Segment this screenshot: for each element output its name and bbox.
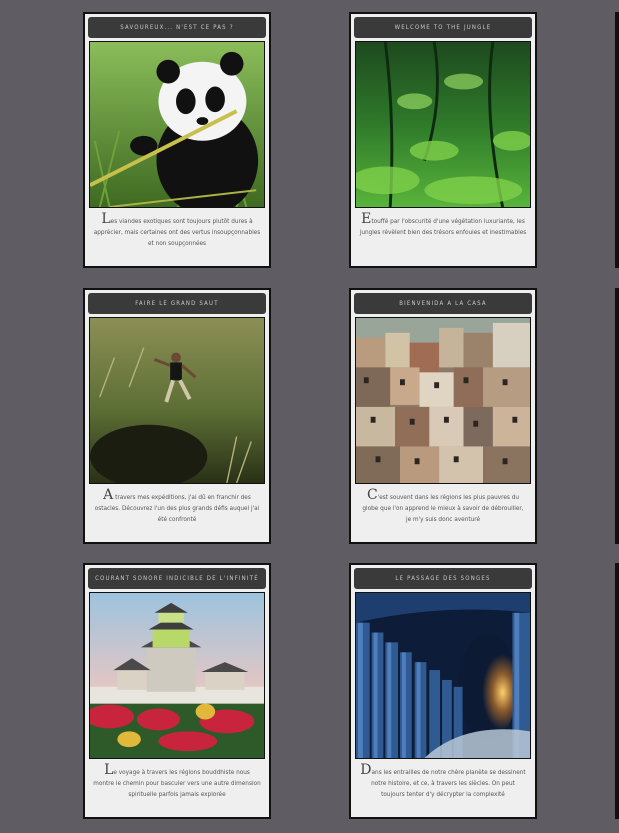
- card-description: Le voyage à travers les régions bouddhis…: [93, 762, 261, 800]
- card-cave[interactable]: Le passage des songes: [349, 563, 537, 819]
- card-description: Dans les entrailles de notre chère planè…: [359, 762, 527, 800]
- drop-cap: E: [361, 211, 372, 227]
- card-title: Courant sonore indicible de l'infinité: [88, 568, 266, 589]
- card-description: A travers mes expéditions, j'ai dû en fr…: [93, 487, 261, 525]
- castle-photo[interactable]: [89, 592, 265, 759]
- card-title: Faire le grand saut: [88, 293, 266, 314]
- card-title: Bienvenida a la casa: [354, 293, 532, 314]
- card-castle[interactable]: Courant sonore indicible de l'infinité: [83, 563, 271, 819]
- clipped-card-edge: [615, 288, 619, 544]
- card-text: e voyage à travers les régions bouddhist…: [93, 768, 261, 798]
- cave-photo[interactable]: [355, 592, 531, 759]
- card-title: Le passage des songes: [354, 568, 532, 589]
- card-description: Etouffé par l'obscurité d'une végétation…: [359, 211, 527, 238]
- card-text: es viandes exotiques sont toujours plutô…: [93, 217, 261, 247]
- card-text: touffé par l'obscurité d'une végétation …: [359, 217, 527, 236]
- drop-cap: L: [101, 211, 111, 227]
- card-text: ans les entrailles de notre chère planèt…: [371, 768, 526, 798]
- drop-cap: C: [366, 487, 378, 503]
- panda-photo[interactable]: [89, 41, 265, 208]
- card-panda[interactable]: Savoureux... n'est ce pas ?: [83, 12, 271, 268]
- drop-cap: L: [104, 762, 114, 778]
- card-jungle[interactable]: Welcome to the jungle Etouffé par l'obsc: [349, 12, 537, 268]
- favela-photo[interactable]: [355, 317, 531, 484]
- card-title: Welcome to the jungle: [354, 17, 532, 38]
- card-title: Savoureux... n'est ce pas ?: [88, 17, 266, 38]
- card-description: C'est souvent dans les régions les plus …: [359, 487, 527, 525]
- drop-cap: A: [103, 487, 114, 503]
- jump-photo[interactable]: [89, 317, 265, 484]
- card-jump[interactable]: Faire le grand saut A travers mes expédi…: [83, 288, 271, 544]
- card-favela[interactable]: Bienvenida a la casa: [349, 288, 537, 544]
- card-description: Les viandes exotiques sont toujours plut…: [93, 211, 261, 249]
- clipped-card-edge: [615, 563, 619, 819]
- clipped-card-edge: [615, 12, 619, 268]
- jungle-photo[interactable]: [355, 41, 531, 208]
- card-text: 'est souvent dans les régions les plus p…: [362, 493, 524, 523]
- drop-cap: D: [360, 762, 372, 778]
- card-text: travers mes expéditions, j'ai dû en fran…: [94, 493, 260, 523]
